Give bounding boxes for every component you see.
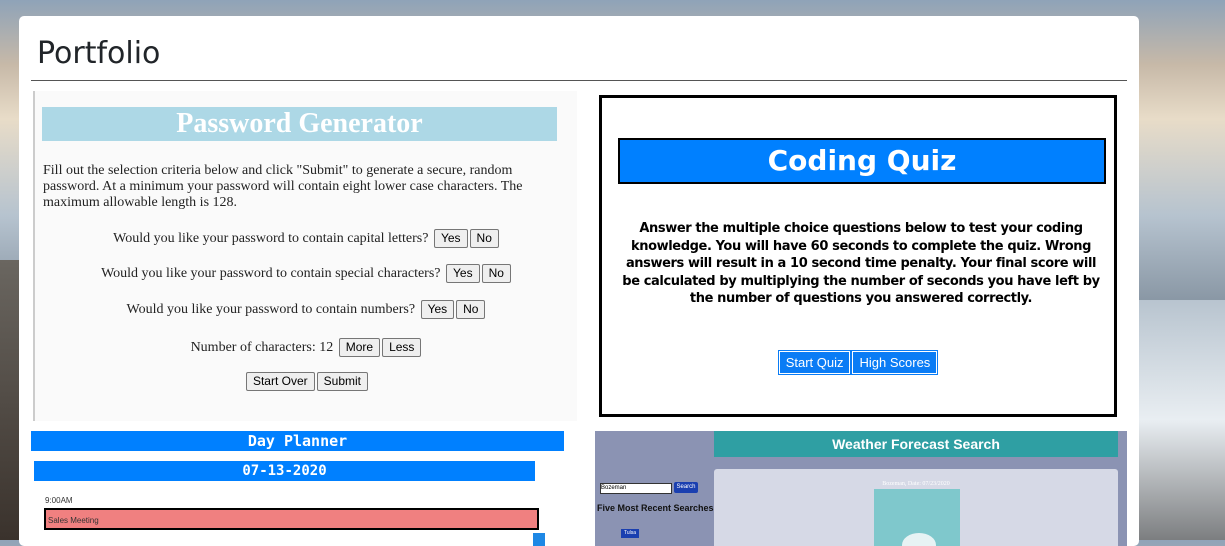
pw-special-yes-button[interactable]: Yes <box>446 264 480 283</box>
pw-length-label: Number of characters: 12 <box>190 340 334 355</box>
pw-question-special: Would you like your password to contain … <box>35 264 577 283</box>
weather-forecast-card: Bozeman, Date: 07/23/2020 <box>714 469 1118 546</box>
pw-actions: Start Over Submit <box>35 372 577 391</box>
planner-slot[interactable]: Sales Meeting <box>44 508 539 530</box>
planner-date: 07-13-2020 <box>34 461 535 481</box>
project-weather-search[interactable]: Weather Forecast Search Bozeman Search F… <box>595 431 1127 546</box>
page-title: Portfolio <box>37 36 161 71</box>
weather-recent-label: Five Most Recent Searches <box>597 503 714 513</box>
pw-question-caps: Would you like your password to contain … <box>35 229 577 248</box>
pw-heading: Password Generator <box>42 107 557 141</box>
quiz-heading: Coding Quiz <box>618 138 1106 184</box>
background-mountain-right <box>1135 300 1225 540</box>
pw-caps-yes-button[interactable]: Yes <box>433 229 468 248</box>
quiz-description: Answer the multiple choice questions bel… <box>622 221 1100 306</box>
weather-recent-city[interactable]: Tulsa <box>621 529 639 538</box>
pw-more-button[interactable]: More <box>338 338 381 357</box>
pw-less-button[interactable]: Less <box>382 338 422 357</box>
weather-city-date: Bozeman, Date: 07/23/2020 <box>882 481 950 487</box>
pw-special-no-button[interactable]: No <box>481 264 511 283</box>
pw-length-row: Number of characters: 12 More Less <box>35 338 577 357</box>
pw-numbers-no-button[interactable]: No <box>456 300 486 319</box>
project-coding-quiz[interactable]: Coding Quiz Answer the multiple choice q… <box>599 95 1117 417</box>
start-quiz-button[interactable]: Start Quiz <box>777 350 852 375</box>
pw-numbers-yes-button[interactable]: Yes <box>420 300 455 319</box>
planner-heading: Day Planner <box>31 431 564 451</box>
project-password-generator[interactable]: Password Generator Fill out the selectio… <box>33 91 577 421</box>
pw-intro: Fill out the selection criteria below an… <box>43 163 523 210</box>
pw-question-numbers: Would you like your password to contain … <box>35 300 577 319</box>
pw-q-special-label: Would you like your password to contain … <box>101 266 441 281</box>
title-divider <box>31 80 1127 81</box>
project-day-planner[interactable]: Day Planner 07-13-2020 9:00AM Sales Meet… <box>31 431 564 546</box>
weather-search-button[interactable]: Search <box>674 482 698 493</box>
planner-time: 9:00AM <box>45 496 73 505</box>
pw-submit-button[interactable]: Submit <box>316 372 369 391</box>
pw-q-numbers-label: Would you like your password to contain … <box>126 302 416 317</box>
weather-search-input[interactable]: Bozeman <box>600 483 672 494</box>
weather-icon-tile <box>874 489 960 546</box>
pw-caps-no-button[interactable]: No <box>469 229 499 248</box>
quiz-actions: Start Quiz High Scores <box>602 350 1114 375</box>
pw-start-over-button[interactable]: Start Over <box>245 372 315 391</box>
portfolio-card: Portfolio Password Generator Fill out th… <box>19 16 1139 546</box>
weather-heading: Weather Forecast Search <box>714 431 1118 457</box>
high-scores-button[interactable]: High Scores <box>851 350 939 375</box>
pw-q-caps-label: Would you like your password to contain … <box>113 231 429 246</box>
